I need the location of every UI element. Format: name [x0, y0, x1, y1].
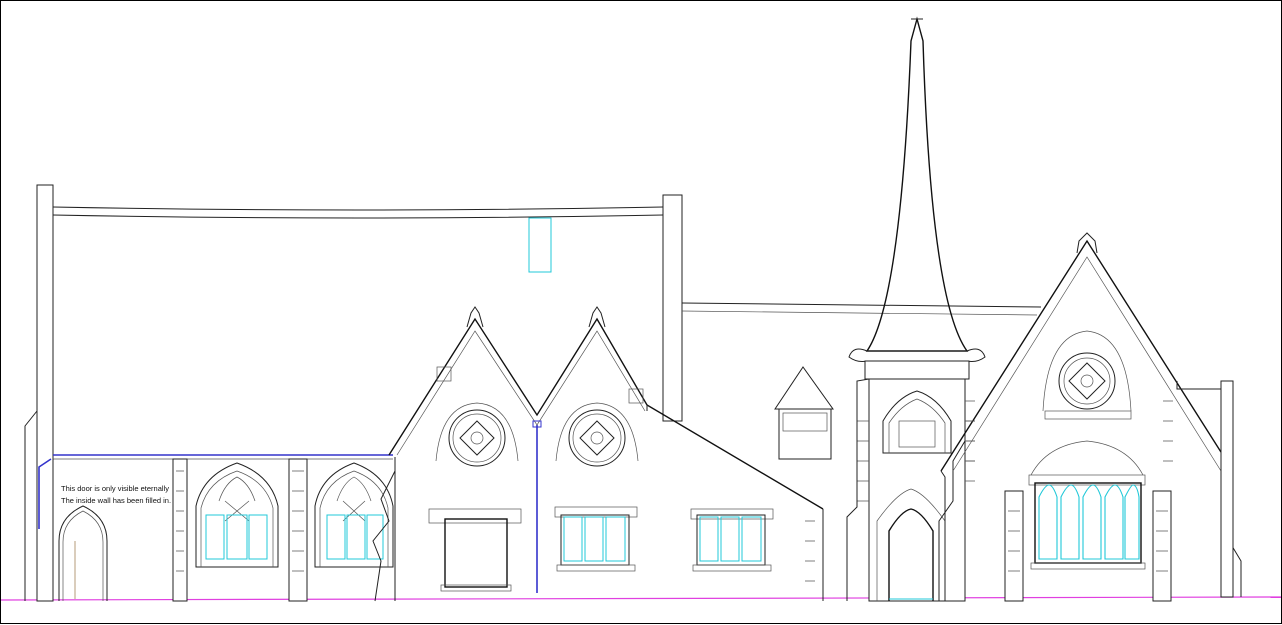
rose-window-icon [435, 402, 519, 467]
rose-window-icon [1042, 330, 1132, 420]
downpipe-center [532, 420, 542, 593]
twin-gables [372, 306, 824, 602]
annotation-line-1: This door is only visible eternally [61, 484, 169, 493]
right-gable [940, 232, 1242, 602]
right-nave-roof [681, 302, 1042, 316]
window-right-aisle [690, 508, 774, 572]
buttress-1 [172, 458, 188, 602]
buttress-2 [288, 458, 308, 602]
window-center-1 [554, 506, 638, 572]
spire-icon [846, 16, 986, 602]
east-window [1028, 440, 1146, 570]
main-nave-roof [52, 194, 683, 422]
annotation-line-2: The inside wall has been filled in. [61, 496, 171, 505]
buttress-right-1 [1004, 490, 1024, 602]
gothic-window-1 [195, 462, 279, 568]
left-end-pier [24, 184, 54, 602]
right-end-pier [1176, 380, 1234, 598]
arched-door-left [58, 505, 108, 601]
left-aisle: This door is only visible eternally The … [38, 454, 394, 602]
small-turret [774, 366, 834, 460]
church-elevation-drawing: This door is only visible eternally The … [1, 16, 1282, 602]
square-opening [428, 508, 522, 592]
ground-line [1, 596, 1282, 601]
elevation-drawing-frame: This door is only visible eternally The … [0, 0, 1282, 624]
buttress-right-2 [1152, 490, 1172, 602]
rose-window-icon [555, 402, 639, 467]
gothic-window-2 [314, 462, 394, 568]
roof-vent-window [528, 217, 552, 273]
